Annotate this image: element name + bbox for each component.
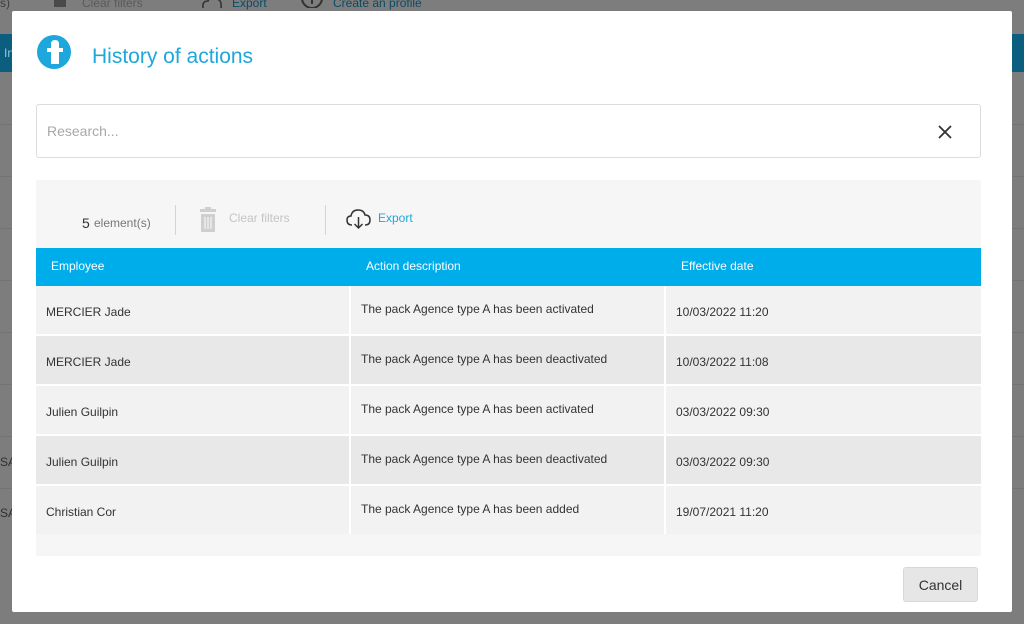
column-header-action-description[interactable]: Action description xyxy=(366,259,461,273)
table-row[interactable]: Julien Guilpin The pack Agence type A ha… xyxy=(36,436,981,484)
employee-name: Christian Cor xyxy=(46,505,117,519)
clear-filters-label: Clear filters xyxy=(229,211,290,225)
date-cell: 03/03/2022 09:30 xyxy=(666,436,981,484)
element-count: 5 xyxy=(82,215,90,231)
toolbar-divider xyxy=(175,205,176,235)
history-table-panel: 5 element(s) Clear filters Export Employ… xyxy=(36,180,981,556)
date-cell: 03/03/2022 09:30 xyxy=(666,386,981,434)
background-clear-filters: Clear filters xyxy=(82,0,143,10)
cancel-button[interactable]: Cancel xyxy=(903,567,978,602)
action-cell: The pack Agence type A has been activate… xyxy=(351,386,664,434)
employee-cell: Julien Guilpin xyxy=(36,386,349,434)
search-box xyxy=(36,104,981,158)
employee-name: Julien Guilpin xyxy=(46,405,119,419)
action-description: The pack Agence type A has been activate… xyxy=(361,302,594,316)
cloud-download-icon xyxy=(346,208,372,230)
background-cloud-icon xyxy=(200,0,224,9)
employee-cell: MERCIER Jade xyxy=(36,336,349,384)
action-cell: The pack Agence type A has been deactiva… xyxy=(351,336,664,384)
action-cell: The pack Agence type A has been deactiva… xyxy=(351,436,664,484)
date-cell: 10/03/2022 11:20 xyxy=(666,286,981,334)
table-row[interactable]: Christian Cor The pack Agence type A has… xyxy=(36,486,981,534)
action-description: The pack Agence type A has been activate… xyxy=(361,402,594,416)
background-create-profile: Create an profile xyxy=(333,0,422,10)
action-cell: The pack Agence type A has been activate… xyxy=(351,286,664,334)
background-plus-circle-icon xyxy=(300,0,324,9)
background-export: Export xyxy=(232,0,267,10)
table-row[interactable]: MERCIER Jade The pack Agence type A has … xyxy=(36,336,981,384)
history-dialog: History of actions 5 element(s) Clea xyxy=(12,11,1012,612)
background-trash-icon xyxy=(52,0,70,7)
close-icon[interactable] xyxy=(935,122,955,142)
export-label: Export xyxy=(378,211,413,225)
element-count-label: element(s) xyxy=(94,216,151,230)
export-button[interactable]: Export xyxy=(346,208,436,234)
date-cell: 19/07/2021 11:20 xyxy=(666,486,981,534)
employee-name: Julien Guilpin xyxy=(46,455,119,469)
brand-logo-icon xyxy=(37,35,71,69)
effective-date: 10/03/2022 11:08 xyxy=(676,355,769,369)
action-description: The pack Agence type A has been deactiva… xyxy=(361,452,608,466)
table-row[interactable]: MERCIER Jade The pack Agence type A has … xyxy=(36,286,981,334)
dialog-title: History of actions xyxy=(92,45,254,68)
column-header-employee[interactable]: Employee xyxy=(51,259,104,273)
effective-date: 10/03/2022 11:20 xyxy=(676,305,769,319)
effective-date: 03/03/2022 09:30 xyxy=(676,455,770,469)
table-row[interactable]: Julien Guilpin The pack Agence type A ha… xyxy=(36,386,981,434)
employee-name: MERCIER Jade xyxy=(46,305,131,319)
column-header-effective-date[interactable]: Effective date xyxy=(681,259,754,273)
background-cut-text: s) xyxy=(0,0,10,10)
clear-filters-button[interactable]: Clear filters xyxy=(196,207,316,233)
table-toolbar: 5 element(s) Clear filters Export xyxy=(36,180,981,248)
table-header: Employee Action description Effective da… xyxy=(36,248,981,286)
date-cell: 10/03/2022 11:08 xyxy=(666,336,981,384)
search-input[interactable] xyxy=(47,119,907,143)
employee-name: MERCIER Jade xyxy=(46,355,131,369)
action-description: The pack Agence type A has been deactiva… xyxy=(361,352,608,366)
employee-cell: MERCIER Jade xyxy=(36,286,349,334)
toolbar-divider xyxy=(325,205,326,235)
action-description: The pack Agence type A has been added xyxy=(361,502,580,516)
effective-date: 03/03/2022 09:30 xyxy=(676,405,770,419)
action-cell: The pack Agence type A has been added xyxy=(351,486,664,534)
trash-icon xyxy=(196,207,220,233)
employee-cell: Christian Cor xyxy=(36,486,349,534)
employee-cell: Julien Guilpin xyxy=(36,436,349,484)
effective-date: 19/07/2021 11:20 xyxy=(676,505,769,519)
